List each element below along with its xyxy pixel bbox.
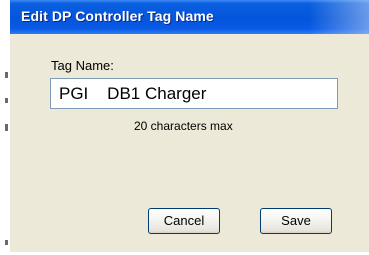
background-artifact bbox=[5, 72, 8, 78]
save-button[interactable]: Save bbox=[260, 208, 332, 234]
dialog-title: Edit DP Controller Tag Name bbox=[21, 8, 214, 24]
tag-name-input[interactable]: PGI DB1 Charger bbox=[50, 78, 338, 109]
screen: Edit DP Controller Tag Name Tag Name: PG… bbox=[0, 0, 369, 255]
edit-tag-dialog: Edit DP Controller Tag Name Tag Name: PG… bbox=[10, 0, 369, 252]
dialog-titlebar[interactable]: Edit DP Controller Tag Name bbox=[10, 0, 369, 34]
tag-name-label: Tag Name: bbox=[51, 58, 114, 73]
titlebar-shade bbox=[309, 0, 369, 34]
character-limit-note: 20 characters max bbox=[134, 119, 233, 133]
background-artifact bbox=[5, 240, 8, 245]
background-artifact bbox=[5, 124, 8, 131]
background-artifact bbox=[5, 98, 8, 103]
cancel-button[interactable]: Cancel bbox=[148, 208, 220, 234]
